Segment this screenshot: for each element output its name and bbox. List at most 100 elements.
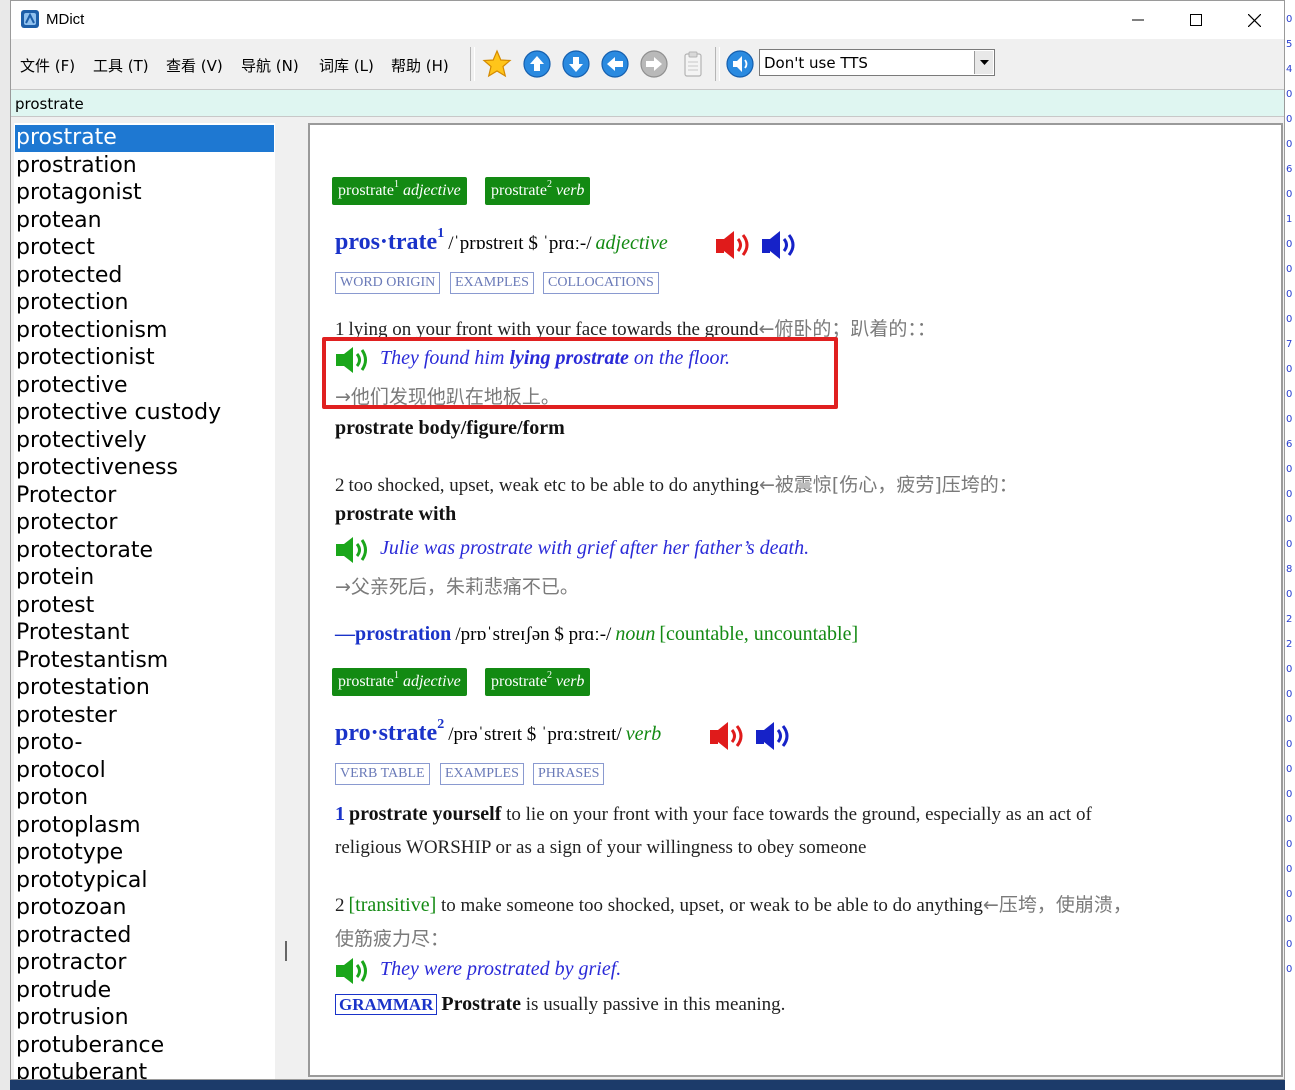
box-phrases[interactable]: PHRASES <box>533 763 605 785</box>
tts-dropdown[interactable]: Don't use TTS <box>759 49 995 76</box>
word-list-item[interactable]: protoplasm <box>15 813 141 840</box>
menu-view[interactable]: 查看 (V) <box>166 55 223 76</box>
derivative-grammar: [countable, uncountable] <box>659 623 859 645</box>
tag-sup: 1 <box>393 179 399 190</box>
word-list-item[interactable]: protozoan <box>15 895 127 922</box>
arrow-forward-icon[interactable] <box>638 48 670 80</box>
speaker-blue-icon[interactable] <box>760 229 804 261</box>
background-char: 0 <box>1286 939 1293 950</box>
word-list-item[interactable]: prostration <box>15 153 137 180</box>
background-left-strip <box>0 0 10 1090</box>
arrow-up-icon[interactable] <box>521 48 553 80</box>
phrase-2: prostrate with <box>335 503 457 525</box>
toolbar: 文件 (F) 工具 (T) 查看 (V) 导航 (N) 词库 (L) 帮助 (H… <box>11 41 1284 87</box>
menu-library[interactable]: 词库 (L) <box>319 55 374 76</box>
sense-number: 2 <box>335 895 345 916</box>
derivative-pos: noun <box>615 623 656 645</box>
tag-sup: 1 <box>393 670 399 681</box>
word-list-item[interactable]: protein <box>15 565 94 592</box>
entry-tag-1[interactable]: prostrate1 adjective <box>332 177 467 205</box>
word-list-item[interactable]: prototype <box>15 840 123 867</box>
word-list-item[interactable]: protectionism <box>15 318 167 345</box>
tag-pos: adjective <box>402 182 461 199</box>
word-list-item[interactable]: protect <box>15 235 95 262</box>
word-list-item[interactable]: protester <box>15 703 117 730</box>
word-list-item[interactable]: proton <box>15 785 88 812</box>
word-list-item[interactable]: protector <box>15 510 117 537</box>
arrow-down-icon[interactable] <box>560 48 592 80</box>
close-icon <box>1247 13 1261 27</box>
box-examples[interactable]: EXAMPLES <box>450 272 534 294</box>
word-list-item[interactable]: Protestant <box>15 620 129 647</box>
word-list-item[interactable]: protestation <box>15 675 150 702</box>
splitter-grip[interactable] <box>285 941 287 961</box>
word-list-item[interactable]: protectorate <box>15 538 153 565</box>
background-char: 0 <box>1286 464 1293 475</box>
menu-file[interactable]: 文件 (F) <box>20 55 75 76</box>
speaker-tts-icon[interactable] <box>724 48 756 80</box>
word-list-item[interactable]: protective <box>15 373 128 400</box>
menu-navigate[interactable]: 导航 (N) <box>241 55 299 76</box>
word-list-item[interactable]: protean <box>15 208 102 235</box>
clipboard-icon[interactable] <box>677 48 709 80</box>
window-title: MDict <box>46 11 85 28</box>
word-list-item[interactable]: protective custody <box>15 400 221 427</box>
tag-word: prostrate <box>491 182 547 199</box>
dropdown-button[interactable] <box>974 51 993 74</box>
search-input[interactable]: prostrate <box>11 89 1284 117</box>
pane-splitter[interactable] <box>275 123 309 1079</box>
speaker-green-icon[interactable] <box>334 535 376 565</box>
grammar-text: is usually passive in this meaning. <box>521 994 786 1015</box>
entry-tag-2[interactable]: prostrate2 verb <box>485 177 591 205</box>
box-collocations[interactable]: COLLOCATIONS <box>543 272 659 294</box>
word-list[interactable]: prostrate prostration protagonist protean pr… <box>14 123 275 1079</box>
entry-tag-1[interactable]: prostrate1 adjective <box>332 668 467 696</box>
background-char: 0 <box>1286 764 1293 775</box>
word-list-item[interactable]: Protestantism <box>15 648 168 675</box>
word-list-item[interactable]: protectiveness <box>15 455 178 482</box>
word-list-item[interactable]: protracted <box>15 923 131 950</box>
background-char: 6 <box>1286 164 1293 175</box>
background-char: 7 <box>1286 339 1293 350</box>
maximize-icon <box>1190 14 1202 26</box>
example-2: Julie was prostrate with grief after her… <box>380 537 810 559</box>
menu-help[interactable]: 帮助 (H) <box>391 55 449 76</box>
word-list-item[interactable]: protrude <box>15 978 111 1005</box>
word-list-item[interactable]: protagonist <box>15 180 142 207</box>
background-char: 2 <box>1286 639 1293 650</box>
word-list-item[interactable]: prototypical <box>15 868 147 895</box>
word-list-item[interactable]: protected <box>15 263 122 290</box>
speaker-red-icon[interactable] <box>714 229 758 261</box>
star-icon[interactable] <box>481 48 513 80</box>
speaker-blue-icon[interactable] <box>754 720 798 752</box>
word-list-item[interactable]: prostrate <box>15 125 274 152</box>
maximize-button[interactable] <box>1167 1 1225 39</box>
word-list-item[interactable]: Protector <box>15 483 116 510</box>
word-list-item[interactable]: protuberant <box>15 1060 147 1079</box>
box-examples[interactable]: EXAMPLES <box>440 763 524 785</box>
background-char: 0 <box>1286 89 1293 100</box>
background-char: 0 <box>1286 964 1293 975</box>
word-list-item[interactable]: protectionist <box>15 345 155 372</box>
menu-tools[interactable]: 工具 (T) <box>93 55 149 76</box>
word-list-item[interactable]: protest <box>15 593 94 620</box>
speaker-green-icon[interactable] <box>334 956 376 986</box>
word-list-item[interactable]: protection <box>15 290 128 317</box>
arrow-back-icon[interactable] <box>599 48 631 80</box>
speaker-red-icon[interactable] <box>708 720 752 752</box>
box-word-origin[interactable]: WORD ORIGIN <box>335 272 441 294</box>
entry-tag-2[interactable]: prostrate2 verb <box>485 668 591 696</box>
word-list-item[interactable]: proto- <box>15 730 82 757</box>
sense-number: 2 <box>335 475 345 496</box>
box-verb-table[interactable]: VERB TABLE <box>335 763 430 785</box>
background-char: 2 <box>1286 614 1293 625</box>
close-button[interactable] <box>1225 1 1283 39</box>
word-list-item[interactable]: protrusion <box>15 1005 129 1032</box>
word-list-item[interactable]: protectively <box>15 428 147 455</box>
word-list-item[interactable]: protocol <box>15 758 106 785</box>
minimize-button[interactable] <box>1109 1 1167 39</box>
background-char: 0 <box>1286 689 1293 700</box>
tag-pos: verb <box>555 673 585 690</box>
word-list-item[interactable]: protractor <box>15 950 126 977</box>
word-list-item[interactable]: protuberance <box>15 1033 164 1060</box>
